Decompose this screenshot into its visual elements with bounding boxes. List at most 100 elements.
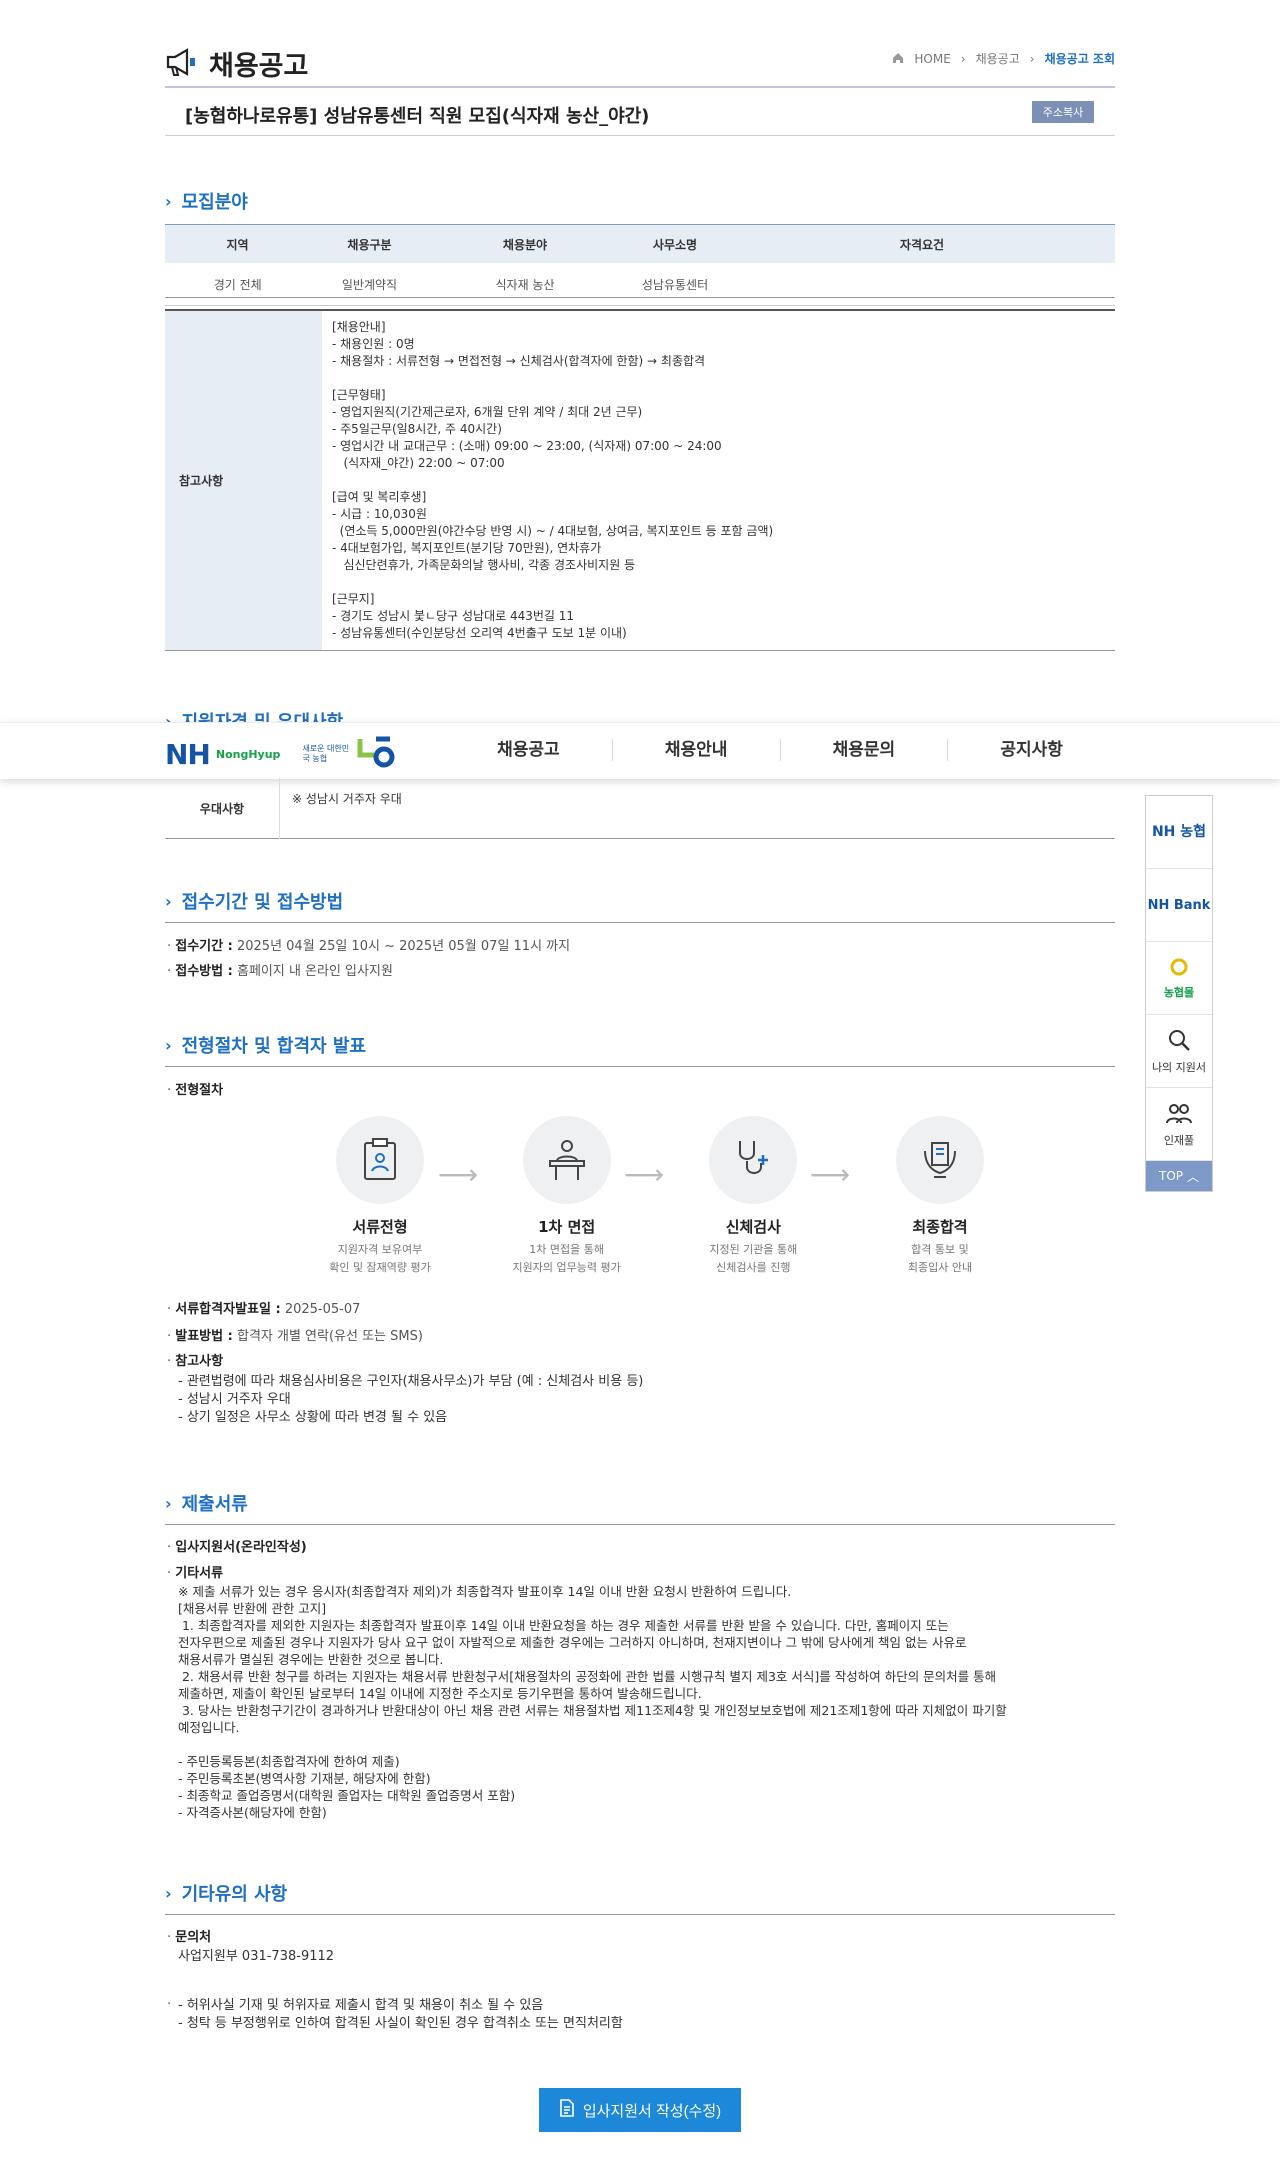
announce-label: 발표방법 :: [175, 1329, 233, 1344]
chevron-up-icon: ︿: [1187, 1169, 1200, 1184]
method-value: 홈페이지 내 온라인 입사지원: [236, 964, 393, 979]
nonghyup-symbol-icon: [356, 735, 396, 773]
divider: [165, 1914, 1115, 1915]
quick-menu: NH 농협 NH Bank 농협몰 나의 지원서 인재풀 TOP ︿: [1145, 795, 1213, 1192]
process-sub-label: 전형절차: [175, 1083, 224, 1098]
process-steps: 서류전형 지원자격 보유여부 확인 및 잠재역량 평가 1차 면접 1차 면접을…: [320, 1116, 1000, 1277]
table-row: 경기 전체 일반계약직 식자재 농산 성남유통센터: [165, 263, 1115, 306]
arrow-right-icon: ⟶: [810, 1158, 851, 1191]
copy-address-button[interactable]: 주소복사: [1032, 101, 1094, 123]
divider: [165, 297, 1115, 298]
section-documents-title: › 제출서류: [165, 1490, 248, 1516]
clipboard-icon: [336, 1116, 424, 1204]
column-header: 지역: [165, 224, 311, 263]
process-sub: · 전형절차: [167, 1083, 224, 1098]
slogan: 새로운 대한민국 농협: [302, 744, 350, 763]
documents-item1: · 입사지원서(온라인작성): [167, 1540, 307, 1555]
home-icon: [892, 52, 904, 66]
contact-row: · 문의처: [167, 1930, 212, 1945]
top-label: TOP: [1158, 1169, 1183, 1183]
section-label: 제출서류: [181, 1494, 248, 1515]
quick-label: 인재풀: [1163, 1133, 1195, 1147]
apply-label: 입사지원서 작성(수정): [582, 2102, 722, 2120]
note-table: 참고사항 [채용안내] - 채용인원 : 0명 - 채용절차 : 서류전형 → …: [165, 309, 1115, 651]
chevron-right-icon: ›: [165, 1035, 172, 1055]
document-edit-icon: [559, 2099, 575, 2121]
section-process-title: › 전형절차 및 합격자 발표: [165, 1032, 366, 1058]
announce-value: 합격자 개별 연락(유선 또는 SMS): [236, 1329, 423, 1344]
gnb-item-announcement[interactable]: 공지사항: [947, 739, 1115, 761]
table-cell: 경기 전체: [165, 263, 311, 306]
quick-my-application[interactable]: 나의 지원서: [1146, 1015, 1212, 1088]
megaphone-icon: [165, 47, 199, 81]
divider: [165, 922, 1115, 923]
preference-table: 우대사항 ※ 성남시 거주자 우대: [165, 778, 1115, 839]
gnb-item-notice[interactable]: 채용공고: [445, 739, 612, 761]
gnb-menu: 채용공고 채용안내 채용문의 공지사항: [445, 739, 1115, 761]
step-medical: 신체검사 지정된 기관을 통해 신체검사를 진행: [693, 1116, 813, 1277]
quick-nh-nonghyup[interactable]: NH 농협: [1146, 796, 1212, 869]
section-etc-title: › 기타유의 사항: [165, 1880, 287, 1906]
brand-sub: NongHyup: [215, 747, 281, 761]
section-label: 모집분야: [181, 192, 248, 213]
note-body: [채용안내] - 채용인원 : 0명 - 채용절차 : 서류전형 → 면접전형 …: [332, 320, 774, 640]
magnifier-icon: [1167, 1028, 1191, 1055]
process-ref-body: - 관련법령에 따라 채용심사비용은 구인자(채용사무소)가 부담 (예 : 신…: [178, 1374, 644, 1425]
section-period-title: › 접수기간 및 접수방법: [165, 888, 343, 914]
arrow-right-icon: ⟶: [624, 1158, 665, 1191]
doc-date-label: 서류합격자발표일 :: [175, 1302, 281, 1317]
step-document: 서류전형 지원자격 보유여부 확인 및 잠재역량 평가: [320, 1116, 440, 1277]
gnb-item-inquiry[interactable]: 채용문의: [779, 739, 948, 761]
apply-button[interactable]: 입사지원서 작성(수정): [539, 2088, 741, 2132]
preference-value: ※ 성남시 거주자 우대: [292, 792, 402, 806]
quick-label: NH 농협: [1151, 824, 1207, 840]
quick-nh-bank[interactable]: NH Bank: [1146, 869, 1212, 942]
chevron-right-icon: ›: [165, 1493, 172, 1513]
table-cell: 식자재 농산: [428, 263, 622, 306]
quick-talent-pool[interactable]: 인재풀: [1146, 1088, 1212, 1161]
step-desc: 지정된 기관을 통해 신체검사를 진행: [709, 1243, 798, 1274]
breadcrumb-home[interactable]: HOME: [914, 52, 950, 66]
nh-logo[interactable]: NH NongHyup 새로운 대한민국 농협: [165, 735, 396, 773]
step-desc: 합격 통보 및 최종입사 안내: [907, 1243, 973, 1274]
step-name: 최종합격: [912, 1218, 968, 1236]
period-row: · 접수기간 : 2025년 04월 25일 10시 ~ 2025년 05월 0…: [167, 939, 571, 954]
section-label: 전형절차 및 합격자 발표: [181, 1036, 366, 1057]
section-recruit-title: › 모집분야: [165, 188, 248, 214]
contact-label: 문의처: [175, 1930, 212, 1945]
gnb-item-guide[interactable]: 채용안내: [611, 739, 780, 761]
announce-row: · 발표방법 : 합격자 개별 연락(유선 또는 SMS): [167, 1329, 423, 1344]
global-nav: NH NongHyup 새로운 대한민국 농협 채용공고 채용안내 채용문의 공…: [0, 722, 1280, 779]
note-label: 참고사항: [165, 310, 322, 651]
laurel-document-icon: [895, 1116, 984, 1204]
arrow-right-icon: ⟶: [438, 1158, 479, 1191]
chevron-right-icon: ›: [165, 1883, 172, 1903]
quick-nhmall[interactable]: 농협몰: [1146, 942, 1212, 1015]
top-button[interactable]: TOP ︿: [1146, 1161, 1212, 1191]
quick-label: NH Bank: [1147, 897, 1211, 913]
doc-date-value: 2025-05-07: [284, 1302, 361, 1317]
table-cell: 일반계약직: [310, 263, 429, 306]
column-header: 자격요건: [728, 224, 1115, 263]
divider: [165, 135, 1115, 136]
divider: [165, 86, 1115, 88]
page-title: 채용공고: [209, 51, 309, 82]
divider: [165, 1524, 1115, 1525]
table-header-row: 지역 채용구분 채용분야 사무소명 자격요건: [165, 224, 1115, 263]
podium-speaker-icon: [522, 1116, 611, 1204]
quick-label: 농협몰: [1163, 985, 1195, 999]
column-header: 채용분야: [428, 224, 622, 263]
etc-body: - 허위사실 기재 및 허위자료 제출시 합격 및 채용이 취소 될 수 있음 …: [178, 1998, 623, 2031]
breadcrumb-recruit[interactable]: 채용공고: [976, 50, 1020, 67]
divider: [165, 1066, 1115, 1067]
people-icon: [1165, 1101, 1193, 1128]
documents-body: ※ 제출 서류가 있는 경우 응시자(최종합격자 제외)가 최종합격자 발표이후…: [178, 1584, 1007, 1820]
step-name: 1차 면접: [538, 1218, 596, 1236]
column-header: 사무소명: [621, 224, 729, 263]
table-cell: [728, 263, 1115, 306]
method-label: 접수방법 :: [175, 964, 233, 979]
method-row: · 접수방법 : 홈페이지 내 온라인 입사지원: [167, 964, 393, 979]
page-header: 채용공고: [165, 44, 308, 83]
brand-mark: NH: [165, 737, 211, 771]
column-header: 채용구분: [310, 224, 429, 263]
